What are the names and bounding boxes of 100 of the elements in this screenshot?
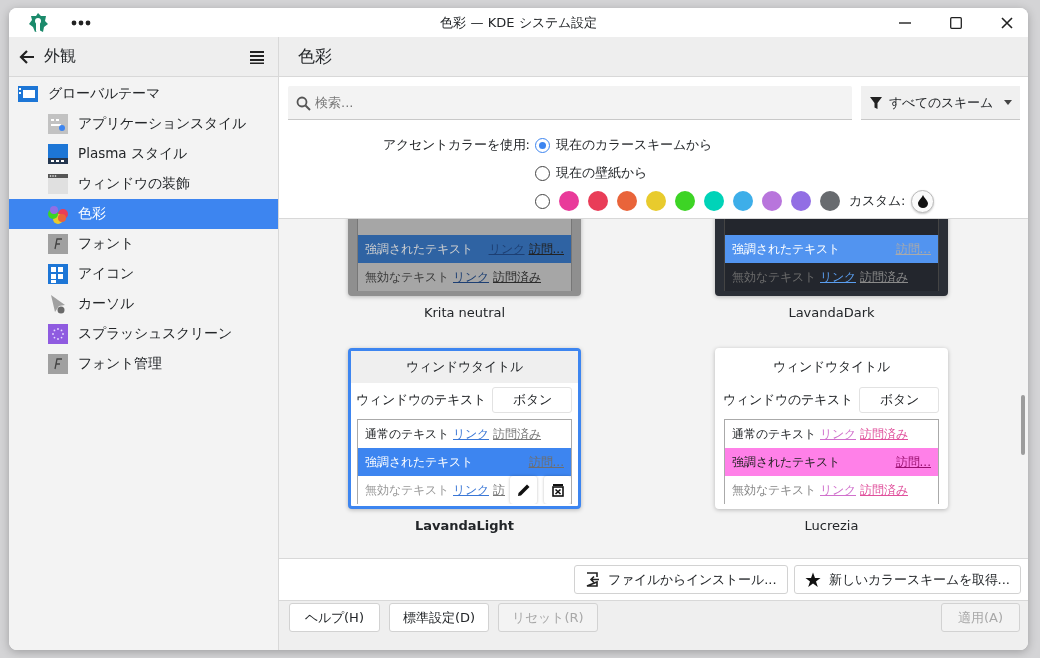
window-icon xyxy=(18,84,38,104)
radio-label: 現在の壁紙から xyxy=(556,164,647,182)
edit-button[interactable] xyxy=(510,476,537,504)
get-new-schemes-button[interactable]: 新しいカラースキームを取得... xyxy=(793,565,1021,594)
preview-button: ボタン xyxy=(859,386,939,413)
preview-text: 強調されたテキスト xyxy=(732,453,840,471)
close-icon xyxy=(1001,16,1013,29)
install-from-file-button[interactable]: ファイルからインストール... xyxy=(574,565,788,594)
preview-title-bar: ウィンドウタイトル xyxy=(351,351,578,383)
preview-link: リンク xyxy=(820,481,856,499)
color-swatch[interactable] xyxy=(588,191,608,211)
preview-text: 強調されたテキスト xyxy=(732,240,840,258)
delete-button[interactable] xyxy=(544,476,571,504)
sidebar-item[interactable]: グローバルテーマ xyxy=(9,79,278,109)
custom-color-button[interactable] xyxy=(911,189,935,213)
minimize-icon xyxy=(899,21,911,24)
preview-visited-link: 訪問済み xyxy=(493,268,541,286)
sidebar-item[interactable]: フォント xyxy=(9,229,278,259)
scheme-name: Krita neutral xyxy=(423,305,506,320)
color-swatch[interactable] xyxy=(820,191,840,211)
preview-text: 無効なテキスト xyxy=(365,268,449,286)
preview-visited-link: 訪問済み xyxy=(493,425,541,443)
radio-label: 現在のカラースキームから xyxy=(556,136,712,154)
color-swatch[interactable] xyxy=(762,191,782,211)
preview-link: リンク xyxy=(453,268,489,286)
preview-visited-link: 訪問... xyxy=(528,453,564,471)
droplet-icon xyxy=(917,194,928,208)
font-icon xyxy=(48,354,68,374)
scheme-name: LavandaLight xyxy=(414,518,515,533)
scrollbar-thumb[interactable] xyxy=(1021,395,1025,455)
preview-visited-link: 訪問済み xyxy=(860,268,908,286)
search-icon xyxy=(296,96,311,111)
color-scheme-card[interactable]: ウィンドウタイトル ウィンドウのテキスト ボタン 通常のテキスト リンク 訪問済み 強調されたテキスト 訪問... 無効なテキスト リンク 訪問済み xyxy=(715,348,948,509)
window-decoration-icon xyxy=(48,174,68,194)
page-title: 色彩 xyxy=(298,45,332,68)
filter-icon xyxy=(869,95,883,110)
preview-text: 通常のテキスト xyxy=(365,425,449,443)
sidebar-item[interactable]: Plasma スタイル xyxy=(9,139,278,169)
pencil-icon xyxy=(515,482,532,498)
preview-window-text: ウィンドウのテキスト xyxy=(723,390,853,409)
splash-screen-icon xyxy=(48,324,68,344)
preview-link: リンク xyxy=(453,425,489,443)
preview-text: 強調されたテキスト xyxy=(365,240,473,258)
preview-visited-link: 訪 xyxy=(493,481,505,499)
radio-button[interactable] xyxy=(535,137,550,153)
delete-icon xyxy=(549,482,566,498)
menu-icon xyxy=(250,49,264,64)
preview-text: 通常のテキスト xyxy=(732,425,816,443)
preview-window-text: ウィンドウのテキスト xyxy=(356,390,486,409)
sidebar-item[interactable]: アプリケーションスタイル xyxy=(9,109,278,139)
color-swatch[interactable] xyxy=(733,191,753,211)
preview-text: 強調されたテキスト xyxy=(365,453,473,471)
panel-style-icon xyxy=(48,144,68,164)
window-title: 色彩 — KDE システム設定 xyxy=(440,13,597,32)
app-gear-icon xyxy=(27,11,49,34)
preview-visited-link: 訪問済み xyxy=(860,425,908,443)
preview-text: 無効なテキスト xyxy=(732,481,816,499)
preview-visited-link: 訪問... xyxy=(895,453,931,471)
color-petals-icon xyxy=(48,204,68,224)
preview-link: リンク xyxy=(453,481,489,499)
accent-label: アクセントカラーを使用: xyxy=(382,136,530,154)
preview-button: ボタン xyxy=(492,386,572,413)
color-swatch[interactable] xyxy=(646,191,666,211)
preview-link: リンク xyxy=(820,425,856,443)
caret-icon xyxy=(1004,100,1012,105)
custom-label: カスタム: xyxy=(849,192,906,210)
preview-link: リンク xyxy=(820,268,856,286)
color-swatch[interactable] xyxy=(704,191,724,211)
maximize-icon xyxy=(950,16,962,29)
sidebar-item[interactable]: アイコン xyxy=(9,259,278,289)
sidebar-item[interactable]: フォント管理 xyxy=(9,349,278,379)
icon-grid-icon xyxy=(48,264,68,284)
preview-visited-link: 訪問... xyxy=(528,240,564,258)
color-swatch[interactable] xyxy=(617,191,637,211)
more-menu-icon xyxy=(71,18,91,27)
radio-button[interactable] xyxy=(535,165,550,181)
color-swatch[interactable] xyxy=(675,191,695,211)
preview-title-bar: ウィンドウタイトル xyxy=(718,351,945,383)
color-swatch[interactable] xyxy=(791,191,811,211)
color-scheme-card[interactable]: ウィンドウタイトル ウィンドウのテキスト ボタン 通常のテキスト リンク 訪問済み 強調されたテキスト 訪問... 無効なテキスト リンク 訪 xyxy=(348,348,581,509)
filter-dropdown[interactable]: すべてのスキーム xyxy=(861,86,1020,120)
font-icon xyxy=(48,234,68,254)
preview-text: 無効なテキスト xyxy=(732,268,816,286)
sidebar-item[interactable]: カーソル xyxy=(9,289,278,319)
star-icon xyxy=(804,571,821,588)
search-field[interactable]: 検索... xyxy=(288,86,852,120)
sidebar-item[interactable]: 色彩 xyxy=(9,199,278,229)
scheme-name: Lucrezia xyxy=(804,518,859,533)
sidebar-item[interactable]: スプラッシュスクリーン xyxy=(9,319,278,349)
import-icon xyxy=(585,572,601,587)
radio-button[interactable] xyxy=(535,193,550,209)
footer-button[interactable]: ヘルプ(H) xyxy=(289,603,380,632)
footer-button[interactable]: 標準設定(D) xyxy=(389,603,489,632)
sidebar-item[interactable]: ウィンドウの装飾 xyxy=(9,169,278,199)
back-arrow-icon xyxy=(18,47,36,66)
sidebar-title: 外観 xyxy=(44,46,77,67)
preview-visited-link: 訪問済み xyxy=(860,481,908,499)
application-style-icon xyxy=(48,114,68,134)
color-scheme-card[interactable]: 強調されたテキスト 訪問... 無効なテキスト リンク 訪問済み xyxy=(715,219,948,296)
color-swatch[interactable] xyxy=(559,191,579,211)
